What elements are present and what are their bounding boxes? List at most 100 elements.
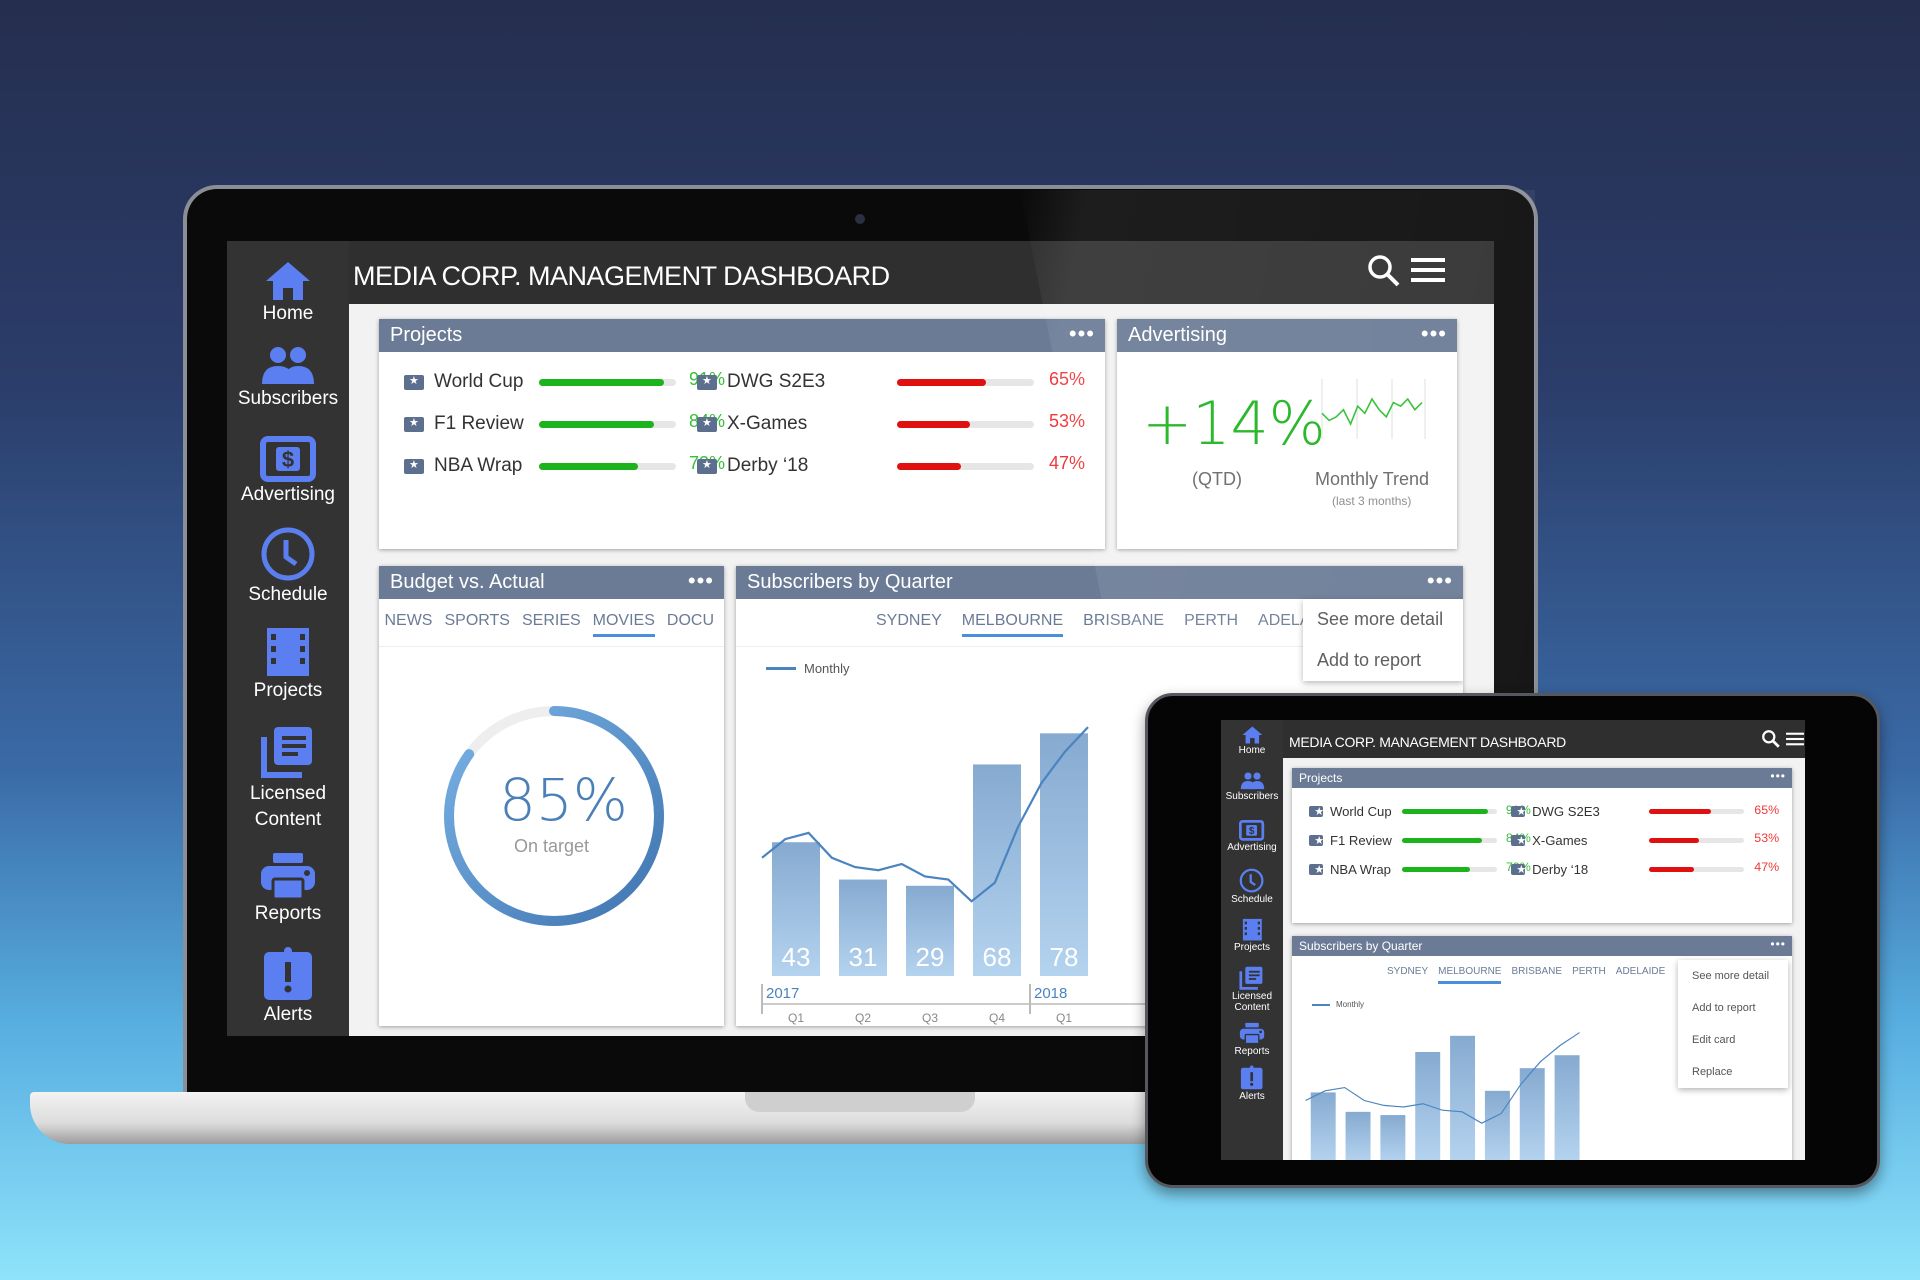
bar[interactable] bbox=[1380, 1115, 1406, 1160]
search-icon[interactable] bbox=[1366, 253, 1402, 289]
tab-perth[interactable]: PERTH bbox=[1572, 966, 1606, 984]
tab-movies[interactable]: MOVIES bbox=[592, 612, 655, 637]
sidebar-item-licensed-content[interactable]: Licensed Content bbox=[227, 723, 349, 833]
menu-item-add-to-report[interactable]: Add to report bbox=[1303, 640, 1463, 681]
bar[interactable] bbox=[1554, 1055, 1580, 1160]
trend-label: Monthly Trend bbox=[1315, 469, 1430, 489]
year-label: 2018 bbox=[1034, 985, 1067, 1002]
bar[interactable] bbox=[1310, 1092, 1336, 1160]
tab-sports[interactable]: SPORTS bbox=[444, 612, 510, 637]
more-options-button[interactable]: ••• bbox=[1421, 321, 1447, 347]
search-icon[interactable] bbox=[1761, 729, 1781, 749]
menu-item-add-to-report[interactable]: Add to report bbox=[1678, 992, 1788, 1024]
project-icon bbox=[1511, 805, 1526, 819]
tab-brisbane[interactable]: BRISBANE bbox=[1083, 612, 1164, 637]
x-tick-label: Q4 bbox=[989, 1011, 1005, 1025]
project-name: F1 Review bbox=[1329, 832, 1392, 848]
more-options-button[interactable]: ••• bbox=[1069, 321, 1095, 347]
sidebar-item-schedule[interactable]: Schedule bbox=[227, 526, 349, 606]
sidebar-item-alerts[interactable]: Alerts bbox=[1221, 1065, 1283, 1102]
tab-sydney[interactable]: SYDNEY bbox=[1387, 966, 1428, 984]
project-row[interactable]: DWG S2E3 bbox=[1511, 801, 1600, 822]
project-row[interactable]: Derby ‘18 bbox=[1511, 859, 1588, 880]
sidebar-item-subscribers[interactable]: Subscribers bbox=[1221, 772, 1283, 802]
tab-melbourne[interactable]: MELBOURNE bbox=[1438, 966, 1502, 984]
tab-docu[interactable]: DOCU bbox=[667, 612, 714, 637]
project-name: Derby ‘18 bbox=[727, 455, 809, 476]
project-row[interactable]: DWG S2E3 bbox=[697, 367, 825, 397]
bar-value-label: 43 bbox=[782, 942, 811, 972]
project-name: X-Games bbox=[727, 413, 808, 434]
sidebar-item-schedule[interactable]: Schedule bbox=[1221, 868, 1283, 905]
printer-icon bbox=[261, 853, 315, 901]
sidebar-item-licensed-content[interactable]: Licensed Content bbox=[1221, 965, 1283, 1013]
menu-icon[interactable] bbox=[1409, 255, 1447, 285]
sidebar-item-subscribers[interactable]: Subscribers bbox=[227, 346, 349, 410]
more-options-button[interactable]: ••• bbox=[1427, 568, 1453, 594]
project-name: Derby ‘18 bbox=[1532, 861, 1589, 877]
tab-brisbane[interactable]: BRISBANE bbox=[1511, 966, 1562, 984]
documents-icon bbox=[261, 727, 312, 778]
sparkline-series bbox=[1321, 397, 1423, 426]
project-percent: 65% bbox=[1754, 802, 1780, 817]
project-row[interactable]: World Cup bbox=[1309, 801, 1392, 822]
progress-bar bbox=[1649, 838, 1744, 844]
tab-series[interactable]: SERIES bbox=[522, 612, 581, 637]
menu-item-replace[interactable]: Replace bbox=[1678, 1056, 1788, 1088]
sidebar-item-home[interactable]: Home bbox=[1221, 726, 1283, 756]
sidebar-label: Reports bbox=[254, 903, 322, 924]
project-icon bbox=[404, 416, 424, 432]
project-row[interactable]: World Cup bbox=[404, 367, 523, 397]
project-row[interactable]: F1 Review bbox=[1309, 830, 1392, 851]
progress-bar bbox=[897, 421, 1034, 428]
tab-melbourne[interactable]: MELBOURNE bbox=[961, 612, 1064, 637]
menu-item-edit-card[interactable]: Edit card bbox=[1678, 1024, 1788, 1056]
tab-perth[interactable]: PERTH bbox=[1184, 612, 1238, 637]
more-options-button[interactable]: ••• bbox=[1770, 937, 1786, 951]
trend-sublabel: (last 3 months) bbox=[1332, 494, 1412, 508]
project-row[interactable]: NBA Wrap bbox=[404, 451, 522, 481]
tab-adelaide[interactable]: ADELAIDE bbox=[1616, 966, 1665, 984]
bar-value-label: 78 bbox=[1050, 942, 1079, 972]
bar[interactable] bbox=[1484, 1090, 1510, 1160]
project-row[interactable]: F1 Review bbox=[404, 409, 524, 439]
sidebar-label: Home bbox=[1238, 745, 1266, 756]
sidebar-item-advertising[interactable]: $ Advertising bbox=[227, 436, 349, 506]
card-title: Subscribers by Quarter bbox=[1299, 939, 1423, 953]
project-row[interactable]: X-Games bbox=[697, 409, 807, 439]
users-icon bbox=[1240, 772, 1264, 790]
project-percent: 53% bbox=[1754, 831, 1780, 846]
menu-icon[interactable] bbox=[1785, 731, 1805, 747]
svg-text:$: $ bbox=[1249, 826, 1255, 837]
bar[interactable] bbox=[1415, 1051, 1441, 1160]
more-options-button[interactable]: ••• bbox=[688, 568, 714, 594]
laptop-camera bbox=[855, 214, 865, 224]
sidebar-item-projects[interactable]: Projects bbox=[1221, 918, 1283, 953]
sidebar-item-alerts[interactable]: Alerts bbox=[227, 946, 349, 1026]
sidebar-item-reports[interactable]: Reports bbox=[1221, 1022, 1283, 1057]
tab-sydney[interactable]: SYDNEY bbox=[876, 612, 942, 637]
menu-item-see-more-detail[interactable]: See more detail bbox=[1303, 599, 1463, 640]
gauge-label: On target bbox=[514, 836, 590, 856]
home-icon bbox=[266, 262, 310, 300]
project-icon bbox=[404, 458, 424, 474]
project-row[interactable]: Derby ‘18 bbox=[697, 451, 808, 481]
project-icon bbox=[697, 416, 717, 432]
project-row[interactable]: X-Games bbox=[1511, 830, 1587, 851]
advertising-value: +14% bbox=[1142, 389, 1326, 459]
sidebar-item-advertising[interactable]: $ Advertising bbox=[1221, 820, 1283, 853]
gauge-value: 85% bbox=[499, 766, 628, 834]
project-row[interactable]: NBA Wrap bbox=[1309, 859, 1391, 880]
progress-fill bbox=[1649, 867, 1694, 873]
menu-item-see-more-detail[interactable]: See more detail bbox=[1678, 960, 1788, 992]
sidebar-item-home[interactable]: Home bbox=[227, 261, 349, 325]
tab-news[interactable]: NEWS bbox=[384, 612, 432, 637]
card-header: Budget vs. Actual ••• bbox=[379, 566, 724, 599]
more-options-button[interactable]: ••• bbox=[1770, 769, 1786, 783]
bar[interactable] bbox=[1450, 1035, 1476, 1160]
sidebar-item-reports[interactable]: Reports bbox=[227, 851, 349, 925]
project-icon bbox=[404, 374, 424, 390]
sidebar-item-projects[interactable]: Projects bbox=[227, 626, 349, 702]
bar[interactable] bbox=[1345, 1111, 1371, 1160]
bar[interactable] bbox=[1040, 733, 1088, 976]
